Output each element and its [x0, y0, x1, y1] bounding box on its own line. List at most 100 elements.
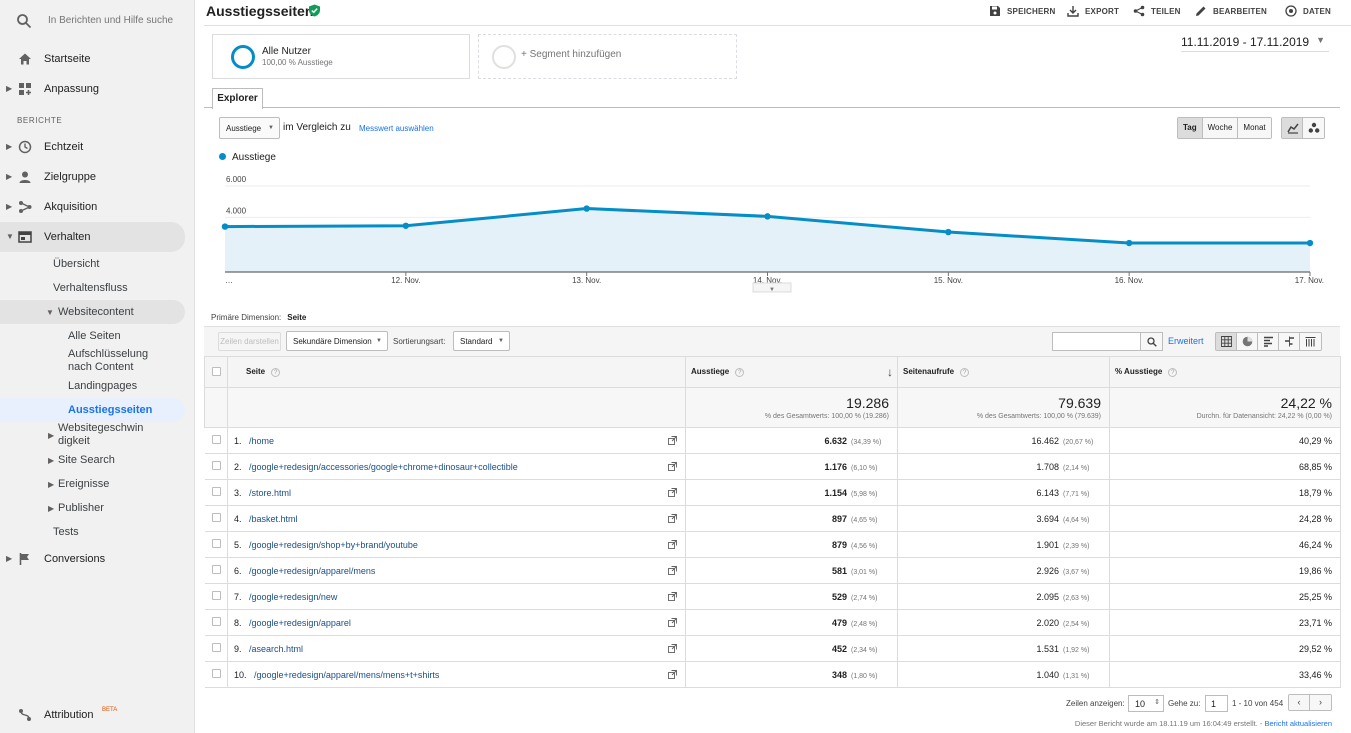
row-checkbox[interactable]: [211, 435, 221, 444]
sidebar-sub-behavior-flow[interactable]: Verhaltensfluss: [53, 282, 128, 294]
save-button[interactable]: SPEICHERN: [989, 5, 1055, 17]
sidebar-item-customization[interactable]: ▶ Anpassung: [0, 76, 195, 102]
page-link[interactable]: /basket.html: [249, 514, 298, 524]
export-button[interactable]: EXPORT: [1067, 5, 1119, 17]
row-checkbox[interactable]: [211, 669, 221, 678]
tab-explorer[interactable]: Explorer: [212, 88, 263, 109]
edit-button[interactable]: BEARBEITEN: [1195, 5, 1267, 17]
sidebar-item-label: Akquisition: [44, 201, 98, 213]
page-link[interactable]: /asearch.html: [249, 644, 303, 654]
page-link[interactable]: /home: [249, 436, 274, 446]
sidebar-item-label: Conversions: [44, 553, 106, 565]
select-metric-link[interactable]: Messwert auswählen: [359, 124, 434, 133]
segment-all-users[interactable]: Alle Nutzer 100,00 % Ausstiege: [212, 34, 470, 79]
sidebar-search[interactable]: In Berichten und Hilfe suche: [0, 0, 195, 42]
metric-dropdown[interactable]: Ausstiege ▼: [219, 117, 280, 139]
external-link-icon[interactable]: [668, 461, 677, 471]
row-checkbox[interactable]: [211, 617, 221, 626]
sidebar-item-audience[interactable]: ▶ Zielgruppe: [0, 164, 195, 190]
line-chart-button[interactable]: [1282, 118, 1304, 138]
sidebar-sub-publisher[interactable]: Publisher: [58, 502, 104, 514]
column-header-exit-rate[interactable]: % Ausstiege?: [1109, 356, 1341, 388]
sidebar-sub-site-speed-line2[interactable]: digkeit: [58, 435, 90, 447]
comparison-view-button[interactable]: [1279, 333, 1300, 350]
row-checkbox[interactable]: [211, 513, 221, 522]
page-link[interactable]: /google+redesign/apparel/mens: [249, 566, 375, 576]
page-link[interactable]: /store.html: [249, 488, 291, 498]
external-link-icon[interactable]: [668, 565, 677, 575]
sidebar-sub-exit-pages[interactable]: Ausstiegsseiten: [68, 404, 152, 416]
help-icon[interactable]: ?: [960, 368, 970, 377]
sidebar-sub-events[interactable]: Ereignisse: [58, 478, 109, 490]
page-link[interactable]: /google+redesign/shop+by+brand/youtube: [249, 540, 418, 550]
select-all-checkbox[interactable]: [212, 366, 221, 376]
data-view-button[interactable]: [1216, 333, 1237, 350]
granularity-day-button[interactable]: Tag: [1178, 118, 1203, 138]
help-icon[interactable]: ?: [271, 368, 281, 377]
granularity-month-button[interactable]: Monat: [1238, 118, 1271, 138]
external-link-icon[interactable]: [668, 513, 677, 523]
help-icon[interactable]: ?: [1168, 368, 1178, 377]
sidebar-sub-content-drilldown-line2[interactable]: nach Content: [68, 361, 133, 373]
external-link-icon[interactable]: [668, 643, 677, 653]
row-checkbox[interactable]: [211, 643, 221, 652]
row-checkbox[interactable]: [211, 487, 221, 496]
plot-rows-button[interactable]: Zeilen darstellen: [218, 332, 281, 351]
goto-page-input[interactable]: 1: [1205, 695, 1228, 712]
table-search-button[interactable]: [1140, 332, 1163, 351]
expand-arrow-icon: ▶: [6, 84, 13, 93]
column-header-pageviews[interactable]: Seitenaufrufe?: [897, 356, 1110, 388]
sidebar-sub-landing-pages[interactable]: Landingpages: [68, 380, 137, 392]
help-icon[interactable]: ?: [735, 368, 745, 377]
add-segment-button[interactable]: + Segment hinzufügen: [478, 34, 737, 79]
pivot-view-button[interactable]: [1300, 333, 1321, 350]
collapse-arrow-icon: ▼: [6, 232, 14, 241]
external-link-icon[interactable]: [668, 435, 677, 445]
sidebar-item-conversions[interactable]: ▶ Conversions: [0, 546, 195, 572]
sidebar-item-acquisition[interactable]: ▶ Akquisition: [0, 194, 195, 220]
sidebar-sub-tests[interactable]: Tests: [53, 526, 79, 538]
page-link[interactable]: /google+redesign/new: [249, 592, 337, 602]
external-link-icon[interactable]: [668, 617, 677, 627]
page-link[interactable]: /google+redesign/accessories/google+chro…: [249, 462, 518, 472]
column-header-page[interactable]: Seite?: [227, 356, 686, 388]
next-page-button[interactable]: ›: [1310, 695, 1331, 710]
share-button[interactable]: TEILEN: [1133, 5, 1181, 17]
previous-page-button[interactable]: ‹: [1289, 695, 1311, 710]
secondary-dimension-dropdown[interactable]: Sekundäre Dimension ▼: [286, 331, 388, 351]
rows-per-page-select[interactable]: 10 ⇕: [1128, 695, 1164, 712]
row-checkbox[interactable]: [211, 539, 221, 548]
sidebar-item-home[interactable]: Startseite: [0, 46, 195, 72]
sidebar-item-behavior[interactable]: ▼ Verhalten: [0, 224, 195, 250]
row-checkbox[interactable]: [211, 565, 221, 574]
sort-type-dropdown[interactable]: Standard ▼: [453, 331, 510, 351]
date-range-picker[interactable]: 11.11.2019 - 17.11.2019 ▼: [1181, 35, 1329, 52]
select-all-header[interactable]: [204, 356, 228, 388]
sidebar-sub-site-content[interactable]: Websitecontent: [58, 306, 134, 318]
page-link[interactable]: /google+redesign/apparel: [249, 618, 351, 628]
column-header-exits[interactable]: Ausstiege? ↓: [685, 356, 898, 388]
motion-chart-button[interactable]: [1303, 118, 1324, 138]
sidebar-sub-site-search[interactable]: Site Search: [58, 454, 115, 466]
percentage-view-button[interactable]: [1237, 333, 1258, 350]
row-checkbox[interactable]: [211, 591, 221, 600]
sidebar-item-attribution[interactable]: Attribution BETA: [0, 702, 195, 728]
external-link-icon[interactable]: [668, 669, 677, 679]
external-link-icon[interactable]: [668, 539, 677, 549]
x-tick-label: 12. Nov.: [391, 276, 420, 285]
sidebar-sub-content-drilldown-line1[interactable]: Aufschlüsselung: [68, 348, 148, 360]
primary-dimension-value[interactable]: Seite: [287, 313, 306, 322]
external-link-icon[interactable]: [668, 487, 677, 497]
sidebar-sub-overview[interactable]: Übersicht: [53, 258, 99, 270]
advanced-filter-link[interactable]: Erweitert: [1168, 336, 1204, 346]
granularity-week-button[interactable]: Woche: [1202, 118, 1239, 138]
refresh-report-link[interactable]: Bericht aktualisieren: [1264, 719, 1332, 728]
sidebar-sub-site-speed-line1[interactable]: Websitegeschwin: [58, 422, 143, 434]
sidebar-item-realtime[interactable]: ▶ Echtzeit: [0, 134, 195, 160]
insights-button[interactable]: DATEN: [1285, 5, 1331, 17]
sidebar-sub-all-pages[interactable]: Alle Seiten: [68, 330, 121, 342]
row-checkbox[interactable]: [211, 461, 221, 470]
external-link-icon[interactable]: [668, 591, 677, 601]
page-link[interactable]: /google+redesign/apparel/mens/mens+t+shi…: [254, 670, 439, 680]
performance-view-button[interactable]: [1258, 333, 1279, 350]
